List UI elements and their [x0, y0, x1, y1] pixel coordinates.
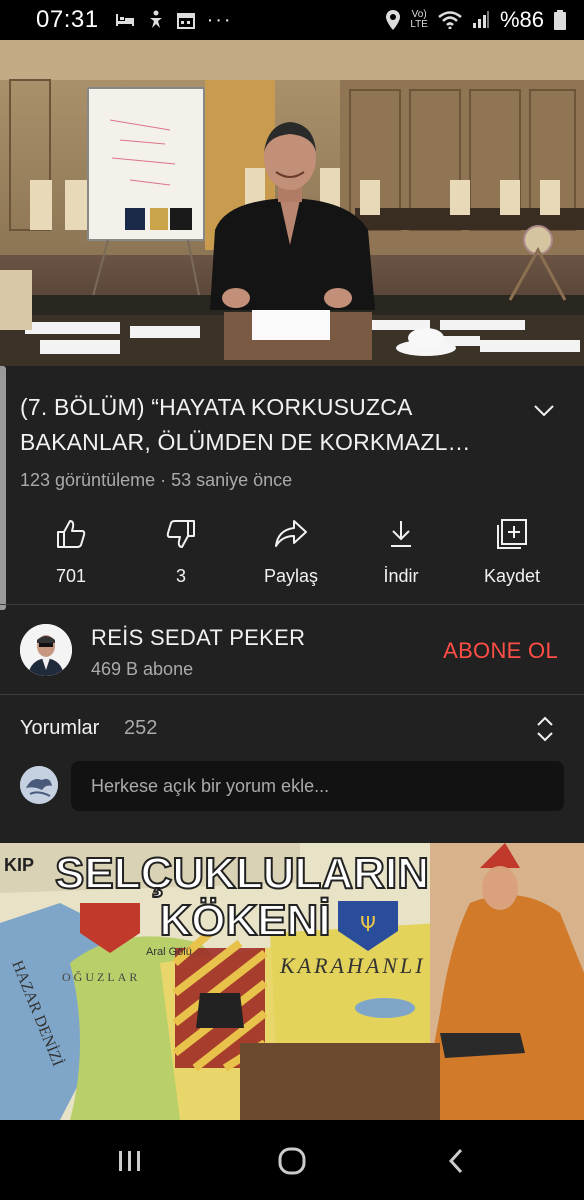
home-button[interactable]	[272, 1146, 312, 1176]
share-icon	[275, 520, 307, 547]
status-time: 07:31	[36, 6, 99, 33]
comments-count: 252	[124, 717, 158, 739]
map-label-kip: KIP	[4, 855, 34, 875]
next-video-headline-1: SELÇUKLULARIN	[55, 849, 429, 898]
recent-apps-icon	[119, 1151, 140, 1171]
next-video-headline-2: KÖKENİ	[159, 896, 330, 945]
signal-icon	[472, 11, 489, 28]
wifi-icon	[438, 11, 462, 29]
download-label: İndir	[383, 566, 419, 586]
location-icon	[386, 10, 401, 30]
channel-avatar[interactable]	[20, 624, 72, 676]
battery-text: %86	[499, 7, 544, 32]
action-bar: 701 3 Paylaş İndir Kaydet	[0, 516, 584, 600]
dislike-button[interactable]: 3	[131, 516, 231, 587]
accessibility-icon	[149, 10, 162, 28]
map-label-karahanli: KARAHANLI	[279, 953, 426, 978]
save-playlist-icon	[497, 519, 527, 549]
user-avatar	[20, 766, 58, 804]
like-count: 701	[55, 566, 87, 586]
svg-text:Ψ: Ψ	[360, 912, 376, 936]
subscribe-button[interactable]: ABONE OL	[443, 638, 558, 664]
back-button[interactable]	[436, 1146, 476, 1176]
thumbs-up-icon	[57, 520, 86, 548]
status-bar: 07:31 ··· Vo) LTE %86	[0, 0, 584, 40]
channel-name[interactable]: REİS SEDAT PEKER	[91, 625, 305, 651]
comments-title: Yorumlar	[20, 717, 100, 739]
chevron-down-icon[interactable]	[530, 396, 558, 424]
next-video-image: Ψ SELÇUKLULARIN KÖKENİ KIP HAZAR DENİZİ …	[0, 843, 584, 1120]
video-meta: 123 görüntüleme · 53 saniye önce	[20, 470, 293, 490]
map-label-oguzlar: OĞUZLAR	[62, 970, 140, 984]
next-video-thumbnail[interactable]: Ψ SELÇUKLULARIN KÖKENİ KIP HAZAR DENİZİ …	[0, 843, 584, 1120]
comments-section[interactable]: Yorumlar 252 Herkese açık bir yorum ekle…	[0, 696, 584, 831]
divider	[0, 604, 584, 605]
expand-collapse-icon[interactable]	[534, 714, 556, 744]
more-dots-icon: ···	[206, 8, 233, 31]
comment-input[interactable]: Herkese açık bir yorum ekle...	[71, 761, 564, 811]
recent-apps-button[interactable]	[110, 1146, 150, 1176]
bed-icon	[115, 14, 134, 26]
back-icon	[448, 1148, 463, 1174]
subscriber-count: 469 B abone	[91, 659, 194, 679]
volte-icon: Vo) LTE	[410, 9, 428, 30]
save-label: Kaydet	[483, 566, 541, 586]
network-type: LTE	[410, 19, 428, 30]
share-label: Paylaş	[263, 566, 319, 586]
divider	[0, 694, 584, 695]
calendar-icon	[176, 13, 195, 29]
channel-row[interactable]: REİS SEDAT PEKER 469 B abone ABONE OL	[0, 606, 584, 694]
share-button[interactable]: Paylaş	[241, 516, 341, 587]
video-title[interactable]: (7. BÖLÜM) “HAYATA KORKUSUZCA BAKANLAR, …	[20, 390, 510, 460]
video-frame-image	[0, 40, 584, 366]
home-icon	[278, 1147, 306, 1175]
map-label-aral: Aral Gölü	[146, 946, 192, 958]
download-icon	[391, 521, 411, 547]
battery-icon	[554, 10, 566, 30]
video-player[interactable]	[0, 40, 584, 366]
save-button[interactable]: Kaydet	[462, 516, 562, 587]
like-button[interactable]: 701	[21, 516, 121, 587]
thumbs-down-icon	[166, 520, 195, 548]
dislike-count: 3	[175, 566, 186, 586]
android-nav-bar	[0, 1120, 584, 1200]
download-button[interactable]: İndir	[351, 516, 451, 587]
